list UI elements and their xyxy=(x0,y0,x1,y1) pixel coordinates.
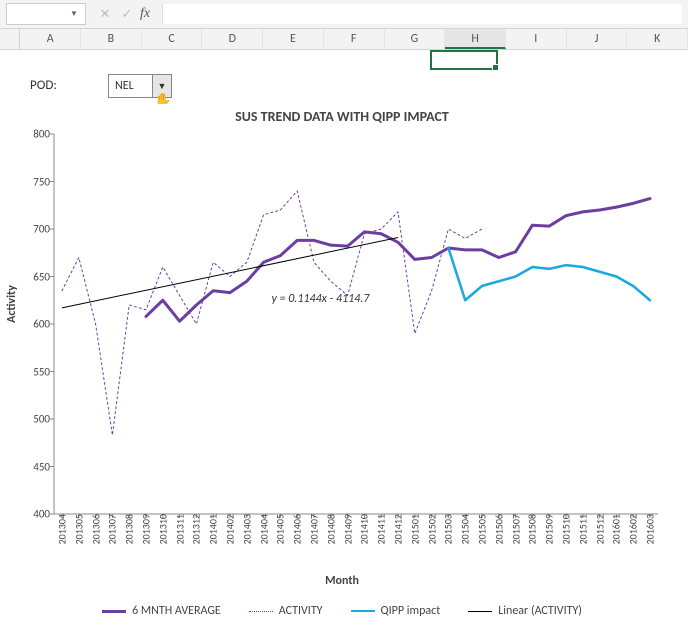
accept-formula-icon[interactable]: ✓ xyxy=(118,5,136,23)
x-tick-label: 201512 xyxy=(593,514,606,544)
column-header-H[interactable]: H xyxy=(445,29,506,49)
x-tick-label: 201503 xyxy=(442,514,455,544)
legend-swatch xyxy=(351,610,375,612)
legend-label: QIPP impact xyxy=(381,604,441,618)
x-tick-label: 201412 xyxy=(392,514,405,544)
fx-icon[interactable]: fx xyxy=(140,6,150,22)
y-tick-label: 700 xyxy=(33,223,54,236)
formula-bar: ▼ ✕ ✓ fx xyxy=(0,0,688,29)
column-header-J[interactable]: J xyxy=(567,29,628,49)
column-header-G[interactable]: G xyxy=(385,29,446,49)
x-tick-label: 201505 xyxy=(476,514,489,544)
legend-item: 6 MNTH AVERAGE xyxy=(102,604,221,618)
x-tick-label: 201304 xyxy=(56,514,69,544)
y-tick-label: 650 xyxy=(33,270,54,283)
legend-swatch xyxy=(102,610,126,613)
x-tick-label: 201410 xyxy=(358,514,371,544)
worksheet[interactable]: POD: NEL ▼ ✋ SUS TREND DATA WITH QIPP IM… xyxy=(0,50,688,623)
cancel-formula-icon[interactable]: ✕ xyxy=(96,5,114,23)
y-tick-label: 750 xyxy=(33,175,54,188)
x-tick-label: 201402 xyxy=(224,514,237,544)
chevron-down-icon[interactable]: ▼ xyxy=(67,9,81,19)
name-box[interactable]: ▼ xyxy=(6,3,86,25)
legend-item: QIPP impact xyxy=(351,604,441,618)
x-tick-label: 201405 xyxy=(274,514,287,544)
legend: 6 MNTH AVERAGE ACTIVITY QIPP impact Linear … xyxy=(12,604,672,618)
active-cell[interactable] xyxy=(430,50,498,70)
x-tick-label: 201308 xyxy=(123,514,136,544)
legend-label: 6 MNTH AVERAGE xyxy=(132,604,221,618)
legend-swatch xyxy=(468,611,492,612)
legend-swatch xyxy=(249,611,273,612)
x-tick-label: 201501 xyxy=(408,514,421,544)
y-tick-label: 550 xyxy=(33,365,54,378)
column-header-B[interactable]: B xyxy=(81,29,142,49)
plot-area: 4004505005506006507007508002013042013052… xyxy=(54,134,658,514)
x-tick-label: 201309 xyxy=(140,514,153,544)
legend-label: ACTIVITY xyxy=(279,604,323,618)
x-tick-label: 201311 xyxy=(173,514,186,544)
x-tick-label: 201305 xyxy=(72,514,85,544)
x-tick-label: 201406 xyxy=(291,514,304,544)
pod-label: POD: xyxy=(30,78,57,93)
y-tick-label: 500 xyxy=(33,413,54,426)
x-tick-label: 201509 xyxy=(543,514,556,544)
x-tick-label: 201404 xyxy=(257,514,270,544)
legend-item: Linear (ACTIVITY) xyxy=(468,604,582,618)
x-tick-label: 201310 xyxy=(156,514,169,544)
x-tick-label: 201508 xyxy=(526,514,539,544)
chart-title: SUS TREND DATA WITH QIPP IMPACT xyxy=(12,108,672,125)
x-tick-label: 201408 xyxy=(324,514,337,544)
x-tick-label: 201603 xyxy=(644,514,657,544)
x-tick-label: 201409 xyxy=(341,514,354,544)
pod-dropdown-value: NEL xyxy=(109,79,152,93)
x-tick-label: 201411 xyxy=(375,514,388,544)
column-header-K[interactable]: K xyxy=(627,29,688,49)
column-header-I[interactable]: I xyxy=(506,29,567,49)
x-tick-label: 201401 xyxy=(207,514,220,544)
x-tick-label: 201407 xyxy=(308,514,321,544)
formula-buttons: ✕ ✓ fx xyxy=(96,5,150,23)
y-tick-label: 600 xyxy=(33,318,54,331)
x-tick-label: 201502 xyxy=(425,514,438,544)
formula-input[interactable] xyxy=(162,4,682,24)
x-tick-label: 201307 xyxy=(106,514,119,544)
select-all-corner[interactable] xyxy=(0,29,20,49)
column-header-C[interactable]: C xyxy=(142,29,203,49)
y-tick-label: 450 xyxy=(33,460,54,473)
x-tick-label: 201510 xyxy=(560,514,573,544)
legend-label: Linear (ACTIVITY) xyxy=(498,604,582,618)
x-tick-label: 201507 xyxy=(509,514,522,544)
y-tick-label: 400 xyxy=(33,508,54,521)
x-axis-title: Month xyxy=(12,574,672,588)
x-tick-label: 201504 xyxy=(459,514,472,544)
x-tick-label: 201506 xyxy=(492,514,505,544)
x-tick-label: 201602 xyxy=(627,514,640,544)
legend-item: ACTIVITY xyxy=(249,604,323,618)
column-header-E[interactable]: E xyxy=(263,29,324,49)
chart-container: SUS TREND DATA WITH QIPP IMPACT Activity… xyxy=(12,104,672,623)
column-header-D[interactable]: D xyxy=(202,29,263,49)
x-tick-label: 201601 xyxy=(610,514,623,544)
y-tick-label: 800 xyxy=(33,128,54,141)
column-headers: ABCDEFGHIJK xyxy=(0,29,688,50)
x-tick-label: 201312 xyxy=(190,514,203,544)
trendline-equation: y = 0.1144x - 4114.7 xyxy=(271,292,369,306)
x-tick-label: 201306 xyxy=(89,514,102,544)
x-tick-label: 201511 xyxy=(576,514,589,544)
column-header-A[interactable]: A xyxy=(20,29,81,49)
y-axis-title: Activity xyxy=(5,285,19,323)
x-tick-label: 201403 xyxy=(240,514,253,544)
column-header-F[interactable]: F xyxy=(324,29,385,49)
